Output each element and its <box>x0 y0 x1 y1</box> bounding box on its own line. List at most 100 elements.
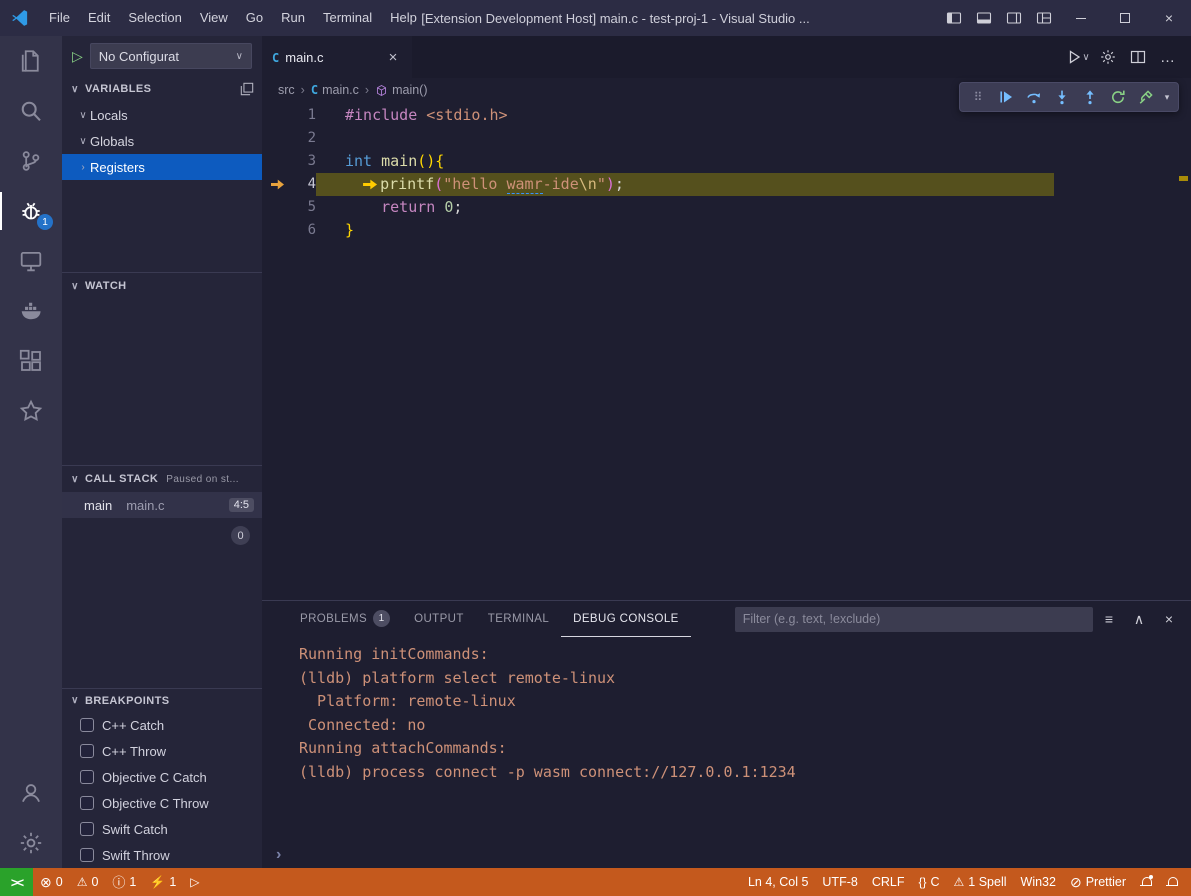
start-debug-icon[interactable]: ▷ <box>72 48 83 65</box>
breadcrumb-src[interactable]: src <box>278 83 295 97</box>
call-stack-header[interactable]: ∨ CALL STACK Paused on st... <box>62 466 262 492</box>
code-line-2[interactable]: 2 <box>262 127 1191 150</box>
chevron-down-icon: ∨ <box>1082 52 1089 63</box>
code-line-5[interactable]: 5 return 0; <box>262 196 1191 219</box>
menu-help[interactable]: Help <box>381 0 426 36</box>
maximize-panel-icon[interactable]: ∧ <box>1127 607 1151 631</box>
step-over-button[interactable] <box>1020 84 1048 110</box>
menu-selection[interactable]: Selection <box>119 0 190 36</box>
language-mode[interactable]: C <box>911 868 946 896</box>
breadcrumb-symbol[interactable]: main() <box>375 83 427 97</box>
collapse-all-icon[interactable] <box>240 82 254 96</box>
minimize-button[interactable] <box>1059 0 1103 36</box>
console-input-chevron-icon[interactable]: › <box>276 846 281 864</box>
docker-icon[interactable] <box>0 286 62 336</box>
menu-go[interactable]: Go <box>237 0 272 36</box>
cursor-position[interactable]: Ln 4, Col 5 <box>741 868 815 896</box>
search-icon[interactable] <box>0 86 62 136</box>
debug-config-dropdown[interactable]: No Configurat ∨ <box>90 43 252 69</box>
breakpoint-swift-catch[interactable]: Swift Catch <box>62 816 262 842</box>
eol[interactable]: CRLF <box>865 868 912 896</box>
alerts[interactable] <box>1133 868 1159 896</box>
menu-terminal[interactable]: Terminal <box>314 0 381 36</box>
panel-tab-output[interactable]: OUTPUT <box>402 601 476 637</box>
toggle-sidebar-icon[interactable] <box>939 0 969 36</box>
breakpoints-header[interactable]: ∨ BREAKPOINTS <box>62 689 262 712</box>
variables-header[interactable]: ∨ VARIABLES <box>62 76 262 102</box>
toggle-secondary-sidebar-icon[interactable] <box>999 0 1029 36</box>
disconnect-button[interactable] <box>1132 84 1160 110</box>
remote-indicator[interactable]: >< <box>0 868 33 896</box>
watch-header[interactable]: ∨ WATCH <box>62 273 262 299</box>
explorer-icon[interactable] <box>0 36 62 86</box>
console-filter-input[interactable] <box>735 607 1093 632</box>
checkbox-unchecked[interactable] <box>80 822 94 836</box>
run-file-button[interactable]: ∨ <box>1065 44 1091 70</box>
breakpoint-swift-throw[interactable]: Swift Throw <box>62 842 262 868</box>
variables-row-locals[interactable]: ∨Locals <box>62 102 262 128</box>
breakpoint-objective-c-catch[interactable]: Objective C Catch <box>62 764 262 790</box>
panel-tab-debug-console[interactable]: DEBUG CONSOLE <box>561 601 691 637</box>
drag-handle[interactable]: ⠿ <box>964 84 992 110</box>
tab-close-icon[interactable]: × <box>384 49 402 66</box>
split-editor-icon[interactable] <box>1125 44 1151 70</box>
warnings-count[interactable]: 0 <box>70 868 106 896</box>
extensions-icon[interactable] <box>0 336 62 386</box>
customize-layout-icon[interactable] <box>1029 0 1059 36</box>
maximize-button[interactable] <box>1103 0 1147 36</box>
platform[interactable]: Win32 <box>1014 868 1063 896</box>
more-actions-icon[interactable]: … <box>1155 44 1181 70</box>
menu-view[interactable]: View <box>191 0 237 36</box>
settings-gear-icon[interactable] <box>1095 44 1121 70</box>
tree-label: Registers <box>90 160 145 175</box>
breadcrumb-file[interactable]: main.c <box>311 83 359 97</box>
step-out-button[interactable] <box>1076 84 1104 110</box>
checkbox-unchecked[interactable] <box>80 796 94 810</box>
accounts-icon[interactable] <box>0 768 62 818</box>
restart-button[interactable] <box>1104 84 1132 110</box>
menu-file[interactable]: File <box>40 0 79 36</box>
continue-button[interactable] <box>992 84 1020 110</box>
close-panel-icon[interactable]: × <box>1157 607 1181 631</box>
remote-explorer-icon[interactable] <box>0 236 62 286</box>
source-control-icon[interactable] <box>0 136 62 186</box>
ports-indicator[interactable]: 1 <box>143 868 183 896</box>
variables-row-registers[interactable]: ›Registers <box>62 154 262 180</box>
info-count[interactable]: 1 <box>105 868 143 896</box>
code-line-3[interactable]: 3int main(){ <box>262 150 1191 173</box>
panel-tab-problems[interactable]: PROBLEMS1 <box>288 601 402 637</box>
debug-console[interactable]: Running initCommands:(lldb) platform sel… <box>262 637 1191 868</box>
encoding[interactable]: UTF-8 <box>815 868 864 896</box>
panel-menu-icon[interactable]: ≡ <box>1097 607 1121 631</box>
toggle-panel-icon[interactable] <box>969 0 999 36</box>
spell-checker[interactable]: 1 Spell <box>947 868 1014 896</box>
notifications[interactable] <box>1159 868 1185 896</box>
star-icon[interactable] <box>0 386 62 436</box>
breakpoint-c-catch[interactable]: C++ Catch <box>62 712 262 738</box>
code-editor[interactable]: 1#include <stdio.h>23int main(){4 printf… <box>262 102 1191 600</box>
breakpoint-objective-c-throw[interactable]: Objective C Throw <box>62 790 262 816</box>
prettier[interactable]: Prettier <box>1063 868 1133 896</box>
tab-main-c[interactable]: main.c × <box>262 36 412 78</box>
panel-tab-terminal[interactable]: TERMINAL <box>476 601 561 637</box>
menu-edit[interactable]: Edit <box>79 0 119 36</box>
checkbox-unchecked[interactable] <box>80 770 94 784</box>
stack-frame-row[interactable]: main main.c 4:5 <box>62 492 262 518</box>
code-line-4[interactable]: 4 printf("hello wamr-ide\n"); <box>262 173 1191 196</box>
chevron-down-icon[interactable]: ▾ <box>1160 92 1174 103</box>
menu-run[interactable]: Run <box>272 0 314 36</box>
status-text: CRLF <box>872 875 905 889</box>
close-button[interactable]: × <box>1147 0 1191 36</box>
debug-indicator[interactable] <box>183 868 206 896</box>
breakpoint-c-throw[interactable]: C++ Throw <box>62 738 262 764</box>
checkbox-unchecked[interactable] <box>80 848 94 862</box>
settings-gear-icon[interactable] <box>0 818 62 868</box>
run-and-debug-icon[interactable]: 1 <box>0 186 62 236</box>
checkbox-unchecked[interactable] <box>80 718 94 732</box>
chevron-right-icon: › <box>76 162 90 173</box>
variables-row-globals[interactable]: ∨Globals <box>62 128 262 154</box>
step-into-button[interactable] <box>1048 84 1076 110</box>
code-line-6[interactable]: 6} <box>262 219 1191 242</box>
checkbox-unchecked[interactable] <box>80 744 94 758</box>
errors-count[interactable]: 0 <box>33 868 70 896</box>
